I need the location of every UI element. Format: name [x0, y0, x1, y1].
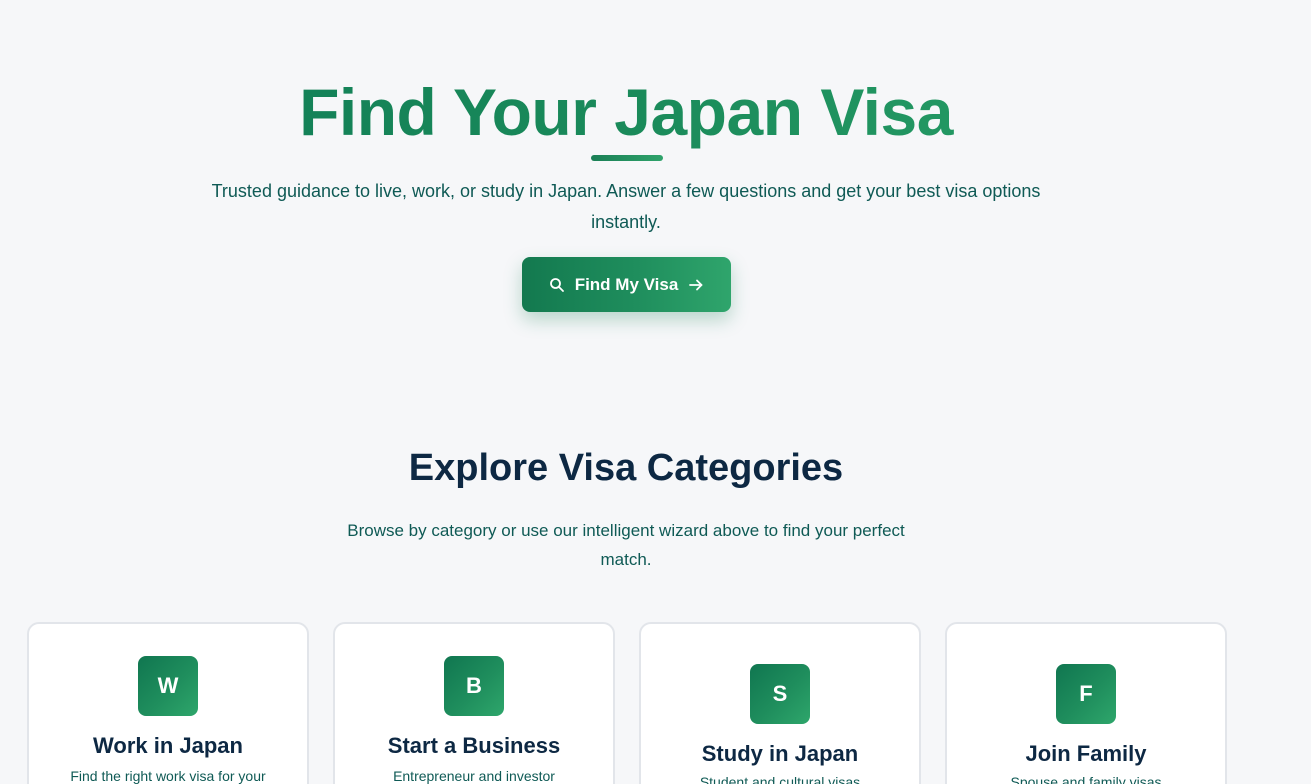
find-my-visa-button[interactable]: Find My Visa [522, 257, 731, 312]
category-cards: W Work in Japan Find the right work visa… [27, 622, 1227, 784]
card-description: Find the right work visa for your [70, 768, 266, 784]
study-badge-icon: S [750, 664, 810, 724]
work-badge-icon: W [138, 656, 198, 716]
category-card-family[interactable]: F Join Family Spouse and family visas [945, 622, 1227, 784]
card-title: Join Family [1025, 741, 1147, 766]
hero-subtitle: Trusted guidance to live, work, or study… [211, 181, 1041, 232]
categories-title: Explore Visa Categories [408, 447, 844, 489]
card-title: Start a Business [387, 733, 561, 758]
search-icon [549, 277, 565, 293]
categories-subtitle: Browse by category or use our intelligen… [347, 521, 905, 569]
hero-title: Find Your Japan Visa [0, 74, 1252, 150]
find-my-visa-label: Find My Visa [574, 274, 679, 294]
hero-title-underline [591, 155, 663, 161]
page: Find Your Japan Visa Trusted guidance to… [0, 0, 1311, 784]
category-card-business[interactable]: B Start a Business Entrepreneur and inve… [333, 622, 615, 784]
category-card-work[interactable]: W Work in Japan Find the right work visa… [27, 622, 309, 784]
card-description: Entrepreneur and investor [393, 768, 555, 784]
family-badge-icon: F [1056, 664, 1116, 724]
card-description: Spouse and family visas [1010, 774, 1162, 784]
arrow-right-icon [688, 277, 704, 293]
card-title: Work in Japan [93, 733, 243, 758]
card-description: Student and cultural visas [699, 774, 861, 784]
card-title: Study in Japan [701, 741, 859, 766]
category-card-study[interactable]: S Study in Japan Student and cultural vi… [639, 622, 921, 784]
business-badge-icon: B [444, 656, 504, 716]
